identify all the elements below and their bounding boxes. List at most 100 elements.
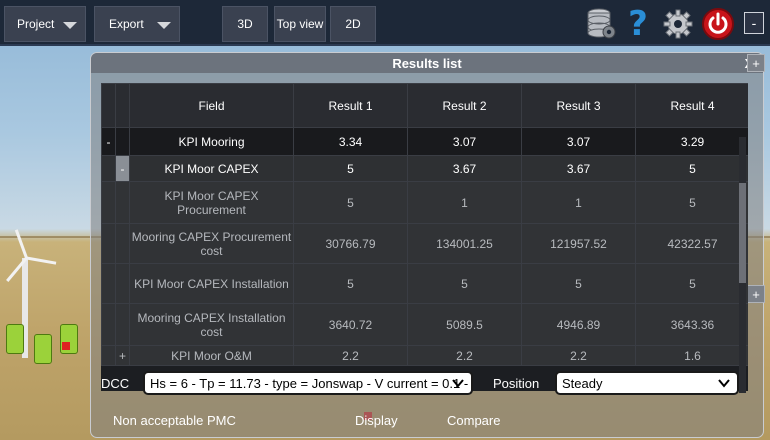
table-row[interactable]: KPI Moor CAPEX Procurement 5 1 1 5: [101, 181, 748, 224]
dcc-label: DCC: [101, 376, 130, 391]
row-value: 3643.36: [635, 303, 748, 346]
chevron-down-icon: [718, 379, 730, 388]
column-header-field[interactable]: Field: [129, 83, 294, 128]
top-view-label: Top view: [276, 17, 324, 31]
row-value: 5: [521, 263, 636, 304]
row-value: 121957.52: [521, 223, 636, 264]
view-2d-button[interactable]: 2D: [330, 6, 376, 42]
row-field: KPI Moor CAPEX Installation: [129, 263, 294, 304]
row-value: 134001.25: [407, 223, 522, 264]
row-value: 2.2: [407, 345, 522, 366]
collapse-toggle[interactable]: -: [115, 155, 130, 182]
floating-platform: [4, 320, 84, 364]
row-spacer: [115, 303, 130, 346]
panel-side-marker[interactable]: +: [747, 285, 765, 303]
chevron-down-icon: [157, 22, 171, 29]
expand-toggle[interactable]: +: [115, 345, 130, 366]
column-header-result-2[interactable]: Result 2: [407, 83, 522, 128]
row-value: 3640.72: [293, 303, 408, 346]
row-spacer: [101, 155, 116, 182]
table-row[interactable]: + KPI Moor O&M 2.2 2.2 2.2 1.6: [101, 345, 748, 366]
panel-side-marker-label: +: [752, 286, 760, 302]
row-value: 5: [407, 263, 522, 304]
position-select-value: Steady: [562, 375, 603, 391]
table-row[interactable]: Mooring CAPEX Procurement cost 30766.79 …: [101, 223, 748, 264]
table-row[interactable]: - KPI Moor CAPEX 5 3.67 3.67 5: [101, 155, 748, 182]
table-row[interactable]: KPI Moor CAPEX Installation 5 5 5 5: [101, 263, 748, 304]
row-spacer: [101, 345, 116, 366]
help-icon[interactable]: ?: [624, 4, 652, 44]
row-value: 5089.5: [407, 303, 522, 346]
row-value: 3.29: [635, 127, 748, 156]
row-value: 5: [293, 155, 408, 182]
panel-side-marker[interactable]: +: [747, 54, 765, 72]
dcc-select[interactable]: Hs = 6 - Tp = 11.73 - type = Jonswap - V…: [143, 371, 473, 395]
help-glyph: ?: [628, 4, 648, 44]
top-view-button[interactable]: Top view: [274, 6, 326, 42]
results-table: Field Result 1 Result 2 Result 3 Result …: [101, 83, 748, 391]
panel-title-bar: Results list: [91, 53, 763, 73]
collapse-toggle[interactable]: -: [101, 127, 116, 156]
non-acceptable-pmc-button[interactable]: Non acceptable PMC: [113, 413, 236, 428]
mooring-anchor-marker: [62, 342, 70, 350]
row-value: 3.34: [293, 127, 408, 156]
turbine-blade: [14, 229, 28, 259]
row-value: 2.2: [521, 345, 636, 366]
row-spacer: [115, 127, 130, 156]
view-3d-button[interactable]: 3D: [222, 6, 268, 42]
platform-pontoon: [34, 334, 52, 364]
row-value: 3.07: [407, 127, 522, 156]
database-settings-icon[interactable]: [585, 6, 617, 42]
panel-side-marker-label: +: [752, 55, 760, 71]
top-toolbar: Project Export 3D Top view 2D ? -: [0, 0, 770, 46]
column-header-result-4[interactable]: Result 4: [635, 83, 748, 128]
row-value: 3.67: [407, 155, 522, 182]
row-value: 1: [521, 181, 636, 224]
project-menu-label: Project: [17, 17, 55, 31]
row-spacer: [115, 181, 130, 224]
results-list-panel: Results list X + + Field Result 1 Result…: [90, 52, 765, 438]
row-field: KPI Moor CAPEX Procurement: [129, 181, 294, 224]
row-spacer: [115, 223, 130, 264]
position-select[interactable]: Steady: [555, 371, 739, 395]
position-label: Position: [493, 376, 540, 391]
gear-icon[interactable]: [662, 6, 694, 42]
chevron-down-icon: [452, 379, 464, 388]
row-field: KPI Mooring: [129, 127, 294, 156]
row-value: 2.2: [293, 345, 408, 366]
table-row[interactable]: Mooring CAPEX Installation cost 3640.72 …: [101, 303, 748, 346]
minimize-button[interactable]: -: [744, 12, 764, 34]
row-spacer: [101, 223, 116, 264]
column-header-result-1[interactable]: Result 1: [293, 83, 408, 128]
table-header-row: Field Result 1 Result 2 Result 3 Result …: [101, 83, 748, 128]
table-scrollbar-thumb[interactable]: [739, 183, 746, 283]
power-icon[interactable]: [700, 6, 736, 42]
compare-button[interactable]: Compare: [447, 413, 500, 428]
row-field: KPI Moor O&M: [129, 345, 294, 366]
row-value: 30766.79: [293, 223, 408, 264]
row-spacer: [101, 263, 116, 304]
row-value: 5: [293, 181, 408, 224]
row-spacer: [115, 263, 130, 304]
row-value: 1.6: [635, 345, 748, 366]
row-value: 5: [293, 263, 408, 304]
row-value: 3.67: [521, 155, 636, 182]
table-row[interactable]: - KPI Mooring 3.34 3.07 3.07 3.29: [101, 127, 748, 156]
dcc-select-value: Hs = 6 - Tp = 11.73 - type = Jonswap - V…: [150, 375, 473, 391]
row-value: 5: [635, 155, 748, 182]
row-value: 4946.89: [521, 303, 636, 346]
column-header-result-3[interactable]: Result 3: [521, 83, 636, 128]
row-value: 1: [407, 181, 522, 224]
export-menu-button[interactable]: Export: [94, 6, 180, 42]
header-spacer: [115, 83, 130, 128]
row-value: 5: [635, 181, 748, 224]
panel-title: Results list: [392, 55, 462, 71]
view-3d-label: 3D: [237, 17, 253, 31]
header-spacer: [101, 83, 116, 128]
display-button[interactable]: Display: [355, 413, 398, 428]
row-field: Mooring CAPEX Procurement cost: [129, 223, 294, 264]
row-field: KPI Moor CAPEX: [129, 155, 294, 182]
project-menu-button[interactable]: Project: [4, 6, 86, 42]
row-value: 3.07: [521, 127, 636, 156]
platform-pontoon: [6, 324, 24, 354]
